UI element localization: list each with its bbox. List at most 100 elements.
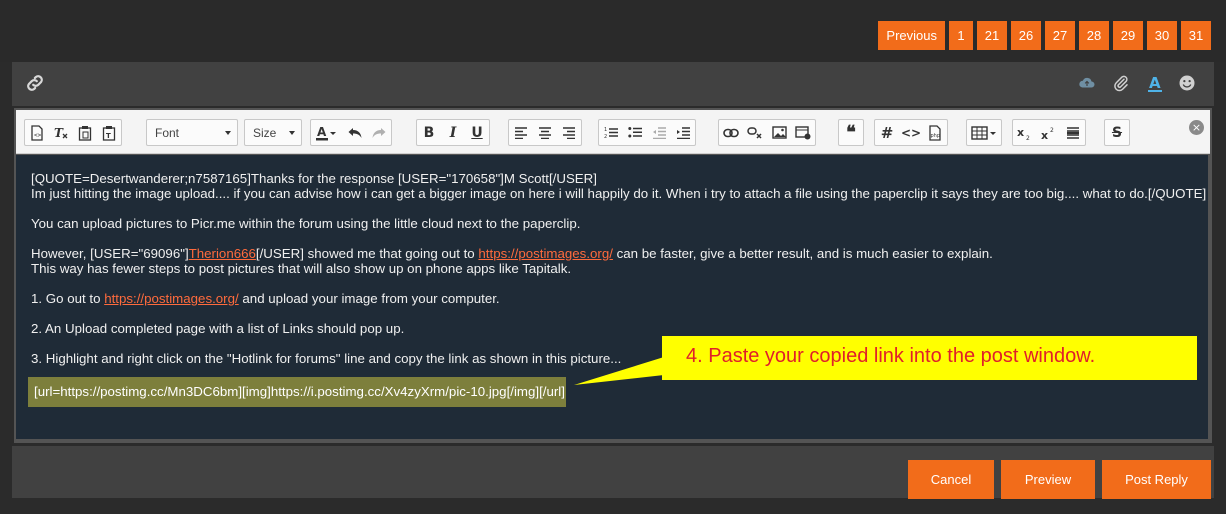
- post-line: 1. Go out to https://postimages.org/ and…: [31, 291, 500, 306]
- align-right-icon[interactable]: [557, 120, 581, 145]
- redo-icon[interactable]: [367, 120, 391, 145]
- italic-button[interactable]: I: [441, 120, 465, 145]
- remove-format-icon[interactable]: T: [49, 120, 73, 145]
- pagination: Previous 1 21 26 27 28 29 30 31: [878, 21, 1211, 50]
- callout-pointer: [574, 357, 664, 385]
- pagination-page[interactable]: 28: [1079, 21, 1109, 50]
- unlink-icon[interactable]: [743, 120, 767, 145]
- post-text: However, [USER="69096"]: [31, 246, 189, 261]
- toolbar-group-text-style: B I U: [416, 119, 490, 146]
- font-size-select[interactable]: Size: [244, 119, 302, 146]
- top-area: Previous 1 21 26 27 28 29 30 31: [0, 0, 1226, 62]
- post-reply-button[interactable]: Post Reply: [1102, 460, 1211, 499]
- undo-icon[interactable]: [343, 120, 367, 145]
- paste-text-icon[interactable]: T: [97, 120, 121, 145]
- svg-text:2: 2: [604, 134, 607, 139]
- link-icon[interactable]: [719, 120, 743, 145]
- pagination-page[interactable]: 26: [1011, 21, 1041, 50]
- postimages-link[interactable]: https://postimages.org/: [478, 246, 613, 261]
- toolbar-group-insert: [718, 119, 816, 146]
- align-center-icon[interactable]: [533, 120, 557, 145]
- pagination-previous[interactable]: Previous: [878, 21, 945, 50]
- pagination-page[interactable]: 1: [949, 21, 973, 50]
- pagination-page[interactable]: 31: [1181, 21, 1211, 50]
- code-icon[interactable]: <>: [899, 120, 923, 145]
- toolbar-group-clipboard: <> T T: [24, 119, 122, 146]
- paperclip-icon[interactable]: [1112, 74, 1130, 97]
- superscript-icon[interactable]: x2: [1037, 120, 1061, 145]
- post-line: [QUOTE=Desertwanderer;n7587165]Thanks fo…: [31, 171, 597, 186]
- toolbar-group-align: [508, 119, 582, 146]
- post-line: You can upload pictures to Picr.me withi…: [31, 216, 581, 231]
- svg-text:x: x: [1041, 129, 1048, 140]
- svg-text:1: 1: [604, 127, 607, 133]
- horizontal-rule-icon[interactable]: [1061, 120, 1085, 145]
- align-left-icon[interactable]: [509, 120, 533, 145]
- chevron-down-icon: [225, 130, 231, 135]
- svg-text:A: A: [317, 125, 327, 139]
- user-link[interactable]: Therion666: [189, 246, 256, 261]
- toolbar-group-code: # <> php: [874, 119, 948, 146]
- editor-content[interactable]: [QUOTE=Desertwanderer;n7587165]Thanks fo…: [16, 155, 1208, 439]
- link-icon[interactable]: [24, 72, 46, 99]
- table-icon[interactable]: [967, 120, 1001, 145]
- cancel-button[interactable]: Cancel: [908, 460, 994, 499]
- editor-header-bar: A: [12, 62, 1214, 106]
- post-text: can be faster, give a better result, and…: [612, 246, 993, 261]
- callout-text: 4. Paste your copied link into the post …: [686, 345, 1096, 367]
- cloud-upload-icon[interactable]: [1078, 74, 1096, 97]
- text-color-button[interactable]: A: [311, 120, 343, 145]
- table-menu: [966, 119, 1002, 146]
- annotation-callout: 4. Paste your copied link into the post …: [662, 336, 1197, 380]
- svg-text:x: x: [1017, 126, 1024, 139]
- font-select-label: Font: [155, 125, 180, 140]
- image-icon[interactable]: [767, 120, 791, 145]
- pagination-page[interactable]: 21: [977, 21, 1007, 50]
- hotlink-text: [url=https://postimg.cc/Mn3DC6bm][img]ht…: [34, 384, 565, 399]
- toolbar-group-color-undo: A: [310, 119, 392, 146]
- post-text: [/USER] showed me that going out to: [255, 246, 479, 261]
- preview-button[interactable]: Preview: [1001, 460, 1095, 499]
- text-color-icon[interactable]: A: [1146, 74, 1164, 99]
- pagination-page[interactable]: 27: [1045, 21, 1075, 50]
- rich-text-editor: <> T T Font Size A B I U 1 2 ❝ # <> php …: [14, 108, 1212, 443]
- svg-text:<>: <>: [34, 132, 42, 139]
- post-line: 3. Highlight and right click on the "Hot…: [31, 351, 622, 366]
- close-icon[interactable]: ×: [1189, 120, 1204, 135]
- font-family-select[interactable]: Font: [146, 119, 238, 146]
- strikethrough-button[interactable]: S: [1105, 120, 1129, 145]
- smiley-icon[interactable]: [1178, 74, 1196, 97]
- underline-button[interactable]: U: [465, 120, 489, 145]
- svg-text:2: 2: [1050, 127, 1054, 134]
- source-icon[interactable]: <>: [25, 120, 49, 145]
- bold-button[interactable]: B: [417, 120, 441, 145]
- toolbar-group-strike: S: [1104, 119, 1130, 146]
- quote-icon[interactable]: ❝: [839, 120, 863, 145]
- post-line: Im just hitting the image upload.... if …: [31, 186, 1207, 201]
- php-icon[interactable]: php: [923, 120, 947, 145]
- toolbar-group-script: x2 x2: [1012, 119, 1086, 146]
- post-text: and upload your image from your computer…: [238, 291, 500, 306]
- outdent-icon[interactable]: [647, 120, 671, 145]
- paste-icon[interactable]: [73, 120, 97, 145]
- post-line: This way has fewer steps to post picture…: [31, 261, 572, 276]
- postimages-link[interactable]: https://postimages.org/: [104, 291, 239, 306]
- numbered-list-icon[interactable]: 12: [599, 120, 623, 145]
- toolbar-group-quote: ❝: [838, 119, 864, 146]
- svg-text:T: T: [106, 132, 111, 140]
- indent-icon[interactable]: [671, 120, 695, 145]
- size-select-label: Size: [253, 125, 277, 140]
- hash-icon[interactable]: #: [875, 120, 899, 145]
- chevron-down-icon: [289, 130, 295, 135]
- bullet-list-icon[interactable]: [623, 120, 647, 145]
- subscript-icon[interactable]: x2: [1013, 120, 1037, 145]
- toolbar-group-lists: 12: [598, 119, 696, 146]
- post-text: 1. Go out to: [31, 291, 105, 306]
- svg-text:A: A: [1149, 74, 1161, 92]
- media-icon[interactable]: [791, 120, 815, 145]
- pagination-page[interactable]: 29: [1113, 21, 1143, 50]
- highlighted-link-box: [url=https://postimg.cc/Mn3DC6bm][img]ht…: [28, 377, 566, 407]
- editor-toolbar: <> T T Font Size A B I U 1 2 ❝ # <> php …: [16, 110, 1210, 154]
- post-line: 2. An Upload completed page with a list …: [31, 321, 405, 336]
- pagination-page[interactable]: 30: [1147, 21, 1177, 50]
